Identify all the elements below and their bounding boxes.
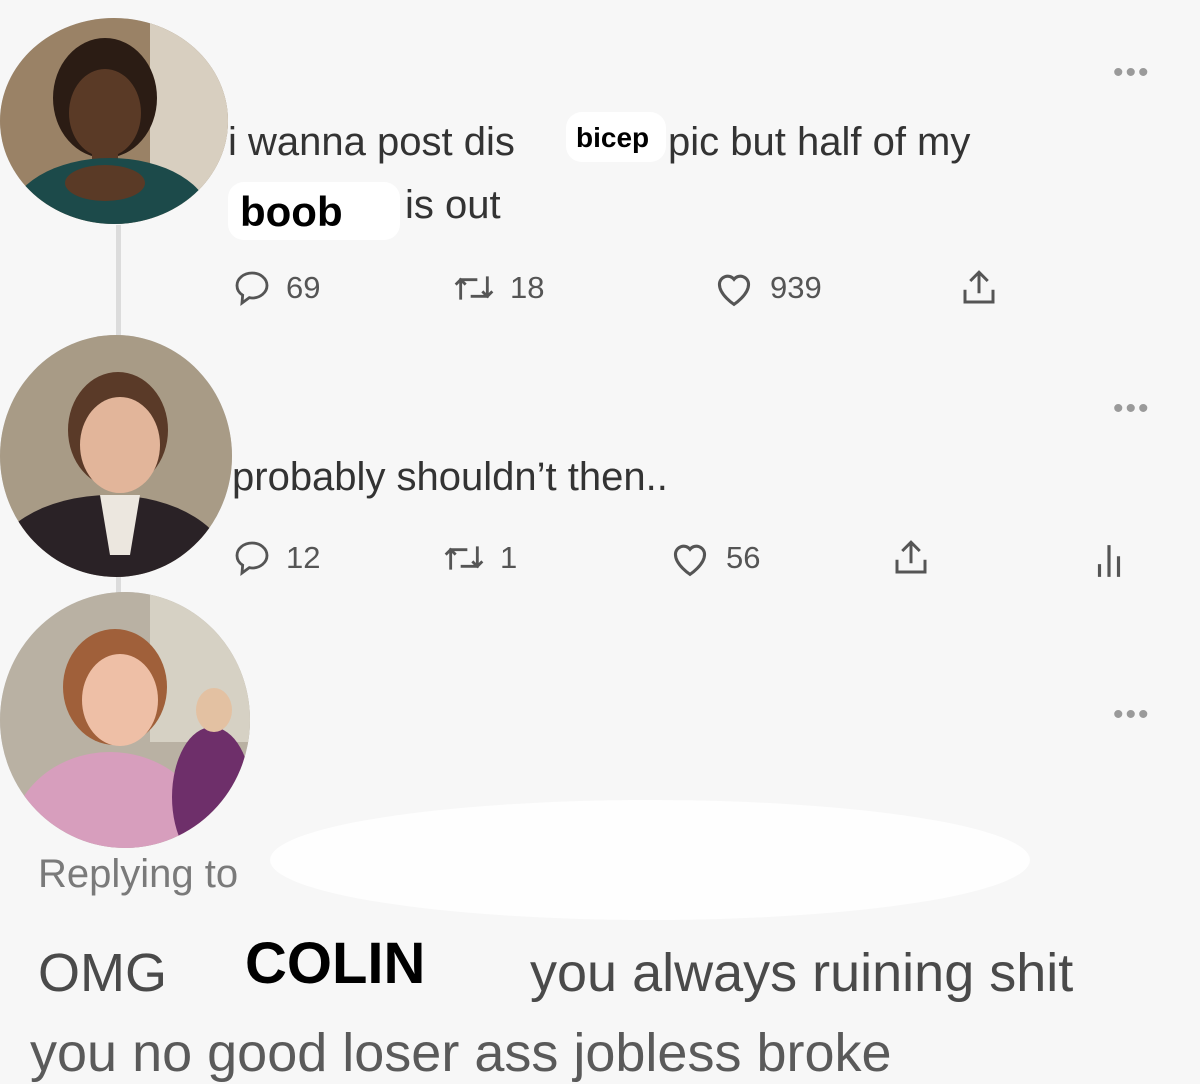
avatar-user-3[interactable] (0, 592, 250, 848)
like-button[interactable]: 56 (668, 538, 760, 578)
tweet-1-line-2-suffix: is out (405, 183, 501, 227)
share-icon (963, 270, 995, 304)
more-icon[interactable]: ••• (1113, 58, 1151, 88)
share-button[interactable] (958, 266, 1000, 310)
retweet-count: 1 (500, 540, 518, 575)
retweet-count: 18 (510, 270, 545, 305)
tweet-1-line-1-suffix: pic but half of my (668, 120, 971, 164)
avatar-photo-2 (0, 335, 232, 577)
tweet-1-line-1-prefix: i wanna post dis (228, 120, 515, 164)
avatar-user-1[interactable] (0, 18, 228, 224)
reply-prefix: OMG (38, 943, 167, 1003)
tweet-2-text: probably shouldn’t then.. (232, 455, 668, 499)
sticker-word-colin: COLIN (245, 931, 426, 996)
like-button[interactable]: 939 (712, 268, 822, 308)
reply-icon (235, 541, 269, 576)
analytics-icon (1097, 545, 1121, 577)
avatar-photo-1 (0, 18, 228, 224)
retweet-icon (454, 276, 494, 300)
more-icon[interactable]: ••• (1113, 700, 1151, 730)
retweet-button[interactable]: 18 (452, 268, 544, 308)
reply-icon (235, 271, 269, 306)
more-icon[interactable]: ••• (1113, 394, 1151, 424)
like-count: 56 (726, 540, 761, 575)
sticker-word-bicep: bicep (576, 122, 650, 153)
reply-button[interactable]: 12 (232, 538, 320, 578)
like-count: 939 (770, 270, 822, 305)
redacted-area (270, 800, 1030, 920)
reply-count: 69 (286, 270, 321, 305)
replying-to-label: Replying to (38, 852, 239, 896)
retweet-icon (444, 546, 484, 570)
heart-icon (673, 544, 707, 577)
avatar-photo-3 (0, 592, 250, 848)
analytics-button[interactable] (1094, 542, 1124, 580)
reply-suffix: you always ruining shit (530, 943, 1074, 1003)
reply-count: 12 (286, 540, 321, 575)
reply-button[interactable]: 69 (232, 268, 320, 308)
share-button[interactable] (890, 536, 932, 580)
reply-cut-line: you no good loser ass jobless broke (30, 1023, 892, 1083)
heart-icon (717, 274, 751, 307)
share-icon (895, 540, 927, 574)
retweet-button[interactable]: 1 (442, 538, 517, 578)
sticker-word-boob: boob (240, 188, 343, 235)
avatar-user-2[interactable] (0, 335, 232, 577)
